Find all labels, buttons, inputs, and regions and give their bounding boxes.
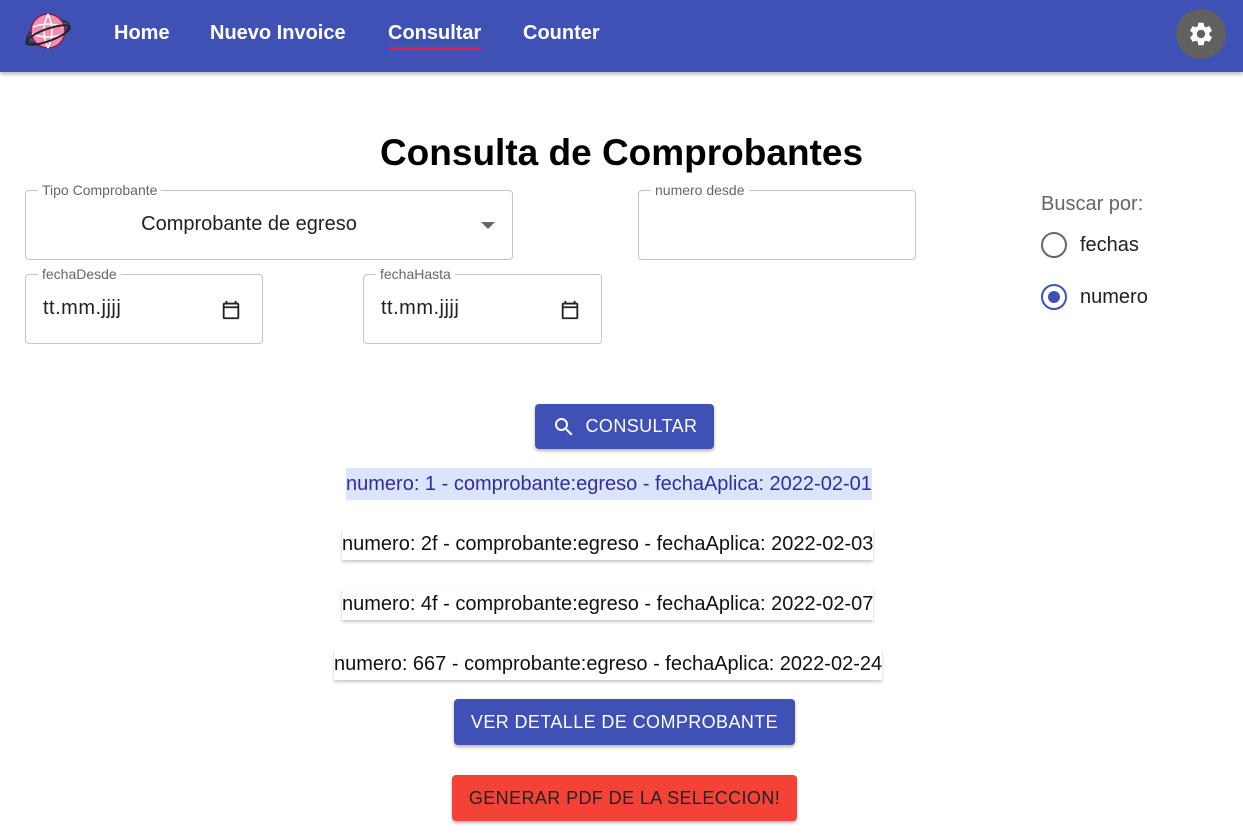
numero-desde-field[interactable]: numero desde [638,182,916,260]
radio-numero[interactable]: numero [1041,284,1148,310]
nav-nuevo-invoice-label: Nuevo Invoice [210,22,346,44]
ver-detalle-button-label: VER DETALLE DE COMPROBANTE [470,711,779,732]
result-item[interactable]: numero: 1 - comprobante:egreso - fechaAp… [346,468,872,500]
search-icon [554,417,573,435]
fecha-hasta-value: tt.mm.jjjj [381,297,460,319]
radio-numero-label: numero [1080,285,1148,308]
globe-logo-icon[interactable] [24,11,72,53]
fecha-desde-value: tt.mm.jjjj [43,297,122,319]
generar-pdf-button-label: GENERAR PDF DE LA SELECCION! [468,787,781,808]
nav-home[interactable]: Home [114,20,170,46]
ver-detalle-button[interactable]: VER DETALLE DE COMPROBANTE [454,699,795,745]
radio-fechas[interactable]: fechas [1041,232,1139,258]
generar-pdf-button[interactable]: GENERAR PDF DE LA SELECCION! [452,775,797,821]
result-item[interactable]: numero: 2f - comprobante:egreso - fechaA… [342,528,874,560]
gear-icon [1190,22,1212,46]
fecha-hasta-field[interactable]: fechaHasta tt.mm.jjjj [363,266,602,344]
numero-desde-label: numero desde [651,182,749,198]
page-title: Consulta de Comprobantes [379,132,864,173]
calendar-icon[interactable] [559,299,581,321]
radio-fechas-label: fechas [1080,233,1139,256]
nav-counter[interactable]: Counter [523,20,600,46]
consultar-button-label: CONSULTAR [585,416,698,436]
fecha-desde-field[interactable]: fechaDesde tt.mm.jjjj [25,266,263,344]
nav-nuevo-invoice[interactable]: Nuevo Invoice [210,20,346,46]
fecha-desde-label: fechaDesde [38,266,121,282]
radio-fechas-circle[interactable] [1041,232,1067,258]
nav-home-label: Home [114,22,170,44]
app-bar: Home Nuevo Invoice Consultar Counter [0,0,1243,72]
nav-counter-label: Counter [523,22,600,44]
radio-numero-circle[interactable] [1041,284,1067,310]
tipo-comprobante-value: Comprobante de egreso [141,213,357,235]
settings-button[interactable] [1176,9,1226,59]
tipo-comprobante-select[interactable]: Tipo Comprobante Comprobante de egreso [25,182,513,260]
chevron-down-icon [481,222,495,229]
nav-consultar-label: Consultar [388,22,482,44]
result-item[interactable]: numero: 4f - comprobante:egreso - fechaA… [342,588,874,620]
tipo-comprobante-label: Tipo Comprobante [38,182,162,198]
buscar-por-label: Buscar por: [1041,193,1144,215]
result-item[interactable]: numero: 667 - comprobante:egreso - fecha… [334,648,883,680]
nav-consultar[interactable]: Consultar [388,20,482,50]
fecha-hasta-label: fechaHasta [376,266,455,282]
consultar-button[interactable]: CONSULTAR [535,404,714,449]
calendar-icon[interactable] [220,299,242,321]
